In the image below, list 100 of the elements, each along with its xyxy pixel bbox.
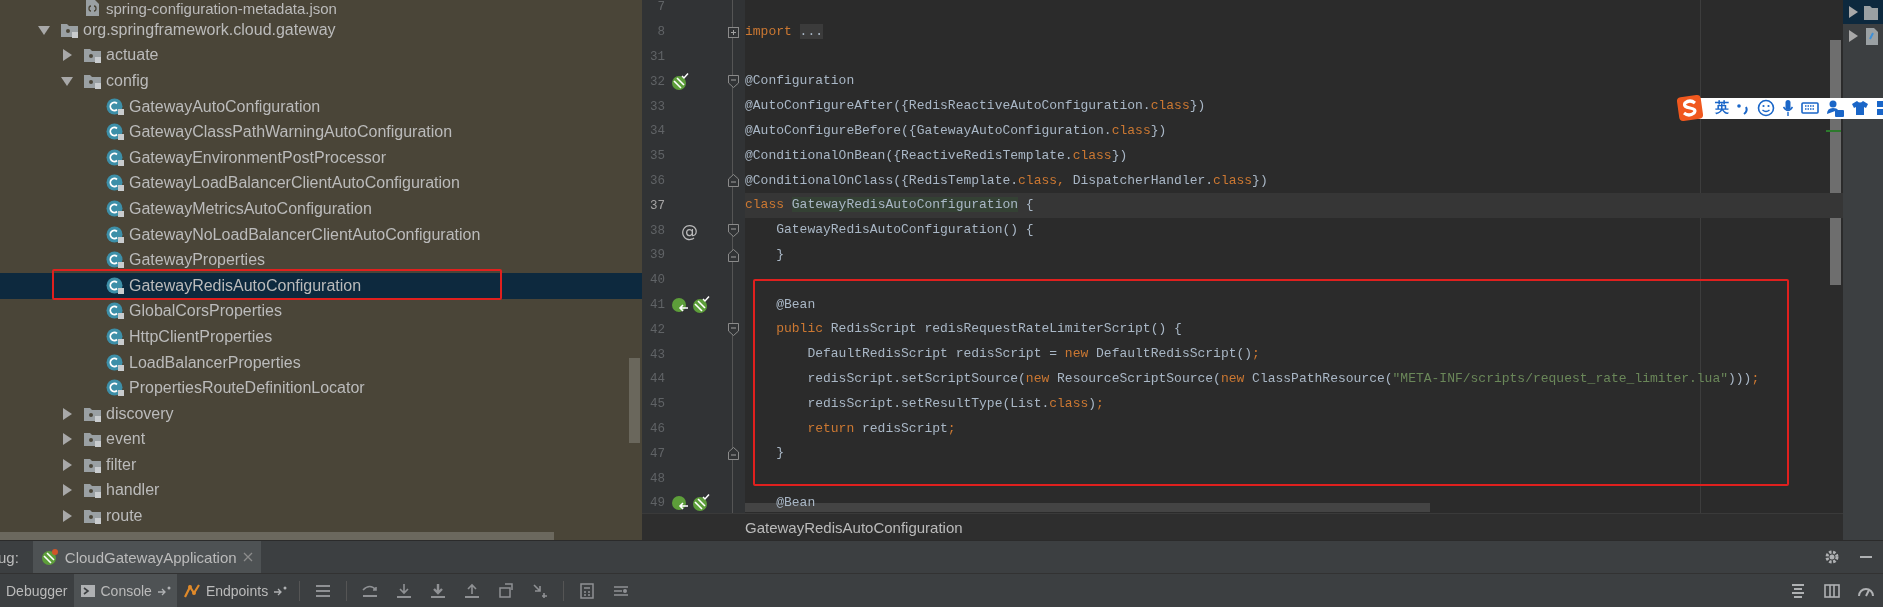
user-icon[interactable] xyxy=(1826,99,1844,117)
caret-right-icon[interactable] xyxy=(1847,5,1859,19)
code-line: @ConditionalOnBean({ReactiveRedisTemplate.class}) xyxy=(745,146,1128,165)
tree-item[interactable]: HttpClientProperties xyxy=(0,324,642,350)
code-line: @Bean xyxy=(775,493,816,512)
annotation-marker[interactable]: @ xyxy=(681,220,698,241)
tree-item[interactable]: GatewayAutoConfiguration xyxy=(0,93,642,120)
class-icon xyxy=(106,174,125,193)
caret-right-icon[interactable] xyxy=(60,406,74,421)
code-line: GatewayRedisAutoConfiguration() { xyxy=(775,221,1034,240)
calculator-icon[interactable] xyxy=(578,581,597,600)
line-number: 37 xyxy=(649,198,665,213)
code-line: @ConditionalOnClass({RedisTemplate.class, DispatcherHandler.class}) xyxy=(745,171,1268,190)
tree-item[interactable]: filter xyxy=(0,452,642,478)
tree-item[interactable]: GatewayEnvironmentPostProcessor xyxy=(0,144,642,171)
class-icon xyxy=(106,123,125,142)
tree-item[interactable]: LoadBalancerProperties xyxy=(0,349,642,376)
pin-arrow-icon[interactable] xyxy=(273,585,288,596)
keyboard-icon[interactable] xyxy=(1801,101,1819,115)
file-icon xyxy=(1864,27,1878,45)
tree-item[interactable]: spring-configuration-metadata.json xyxy=(0,0,642,17)
caret-right-icon[interactable] xyxy=(60,432,74,447)
code-line: redisScript.setScriptSource(new ResourceScriptSource(new ClassPathResource("META-INF/scripts/request_rate_limiter.lua"))); xyxy=(806,369,1760,388)
align-icon[interactable] xyxy=(1789,581,1807,600)
code-line: @Configuration xyxy=(745,72,855,91)
code-line: return redisScript; xyxy=(806,419,956,438)
code-line: redisScript.setResultType(List.class); xyxy=(806,394,1104,413)
caret-right-icon[interactable] xyxy=(60,509,74,524)
fold-end-icon[interactable] xyxy=(727,248,739,262)
run-to-cursor-icon[interactable] xyxy=(531,581,550,600)
pin-arrow-icon[interactable] xyxy=(156,585,171,596)
bean-icon[interactable] xyxy=(671,72,689,91)
step-out-icon[interactable] xyxy=(463,581,482,600)
fold-collapse-icon[interactable] xyxy=(727,75,739,89)
bean-icon xyxy=(40,548,59,566)
package-folder-icon xyxy=(83,481,102,500)
bean-icon[interactable] xyxy=(692,494,710,513)
session-tab[interactable]: CloudGatewayApplication xyxy=(32,541,261,573)
class-icon xyxy=(106,327,125,346)
fold-collapse-icon[interactable] xyxy=(727,224,739,238)
class-icon xyxy=(106,379,125,398)
tree-item[interactable]: GatewayLoadBalancerClientAutoConfiguration xyxy=(0,170,642,197)
tree-item[interactable]: GatewayMetricsAutoConfiguration xyxy=(0,196,642,222)
caret-right-icon[interactable] xyxy=(1847,29,1859,43)
fold-expand-icon[interactable] xyxy=(727,25,739,39)
ime-logo-icon[interactable] xyxy=(1676,94,1704,122)
endpoints-icon xyxy=(182,582,201,599)
tree-item[interactable]: handler xyxy=(0,477,642,504)
step-into-icon[interactable] xyxy=(395,581,414,600)
caret-right-icon[interactable] xyxy=(60,457,74,472)
breadcrumb[interactable]: GatewayRedisAutoConfiguration xyxy=(745,518,963,536)
scrollbar[interactable] xyxy=(629,358,640,443)
change-marker xyxy=(1826,130,1841,132)
force-step-into-icon[interactable] xyxy=(429,581,448,600)
fold-end-icon[interactable] xyxy=(727,174,739,188)
tool-tab[interactable]: Console xyxy=(73,574,177,607)
tree-item[interactable]: GatewayNoLoadBalancerClientAutoConfiguration xyxy=(0,221,642,248)
class-icon xyxy=(106,251,125,270)
code-line: @AutoConfigureBefore({GatewayAutoConfiguration.class}) xyxy=(745,122,1167,140)
tree-item[interactable]: actuate xyxy=(0,42,642,69)
tree-item[interactable]: config xyxy=(0,68,642,94)
scrollbar[interactable] xyxy=(0,532,554,540)
class-icon xyxy=(106,276,125,295)
tool-tab[interactable]: Endpoints xyxy=(176,574,294,607)
tree-item[interactable]: GatewayClassPathWarningAutoConfiguration xyxy=(0,119,642,145)
fold-collapse-icon[interactable] xyxy=(727,323,739,337)
class-icon xyxy=(106,148,125,167)
package-folder-icon xyxy=(83,72,102,90)
package-folder-icon xyxy=(83,430,102,449)
tree-item[interactable]: GlobalCorsProperties xyxy=(0,298,642,325)
folder-icon xyxy=(1864,4,1878,20)
layout-icon[interactable] xyxy=(1823,581,1841,600)
caret-down-icon[interactable] xyxy=(60,74,74,88)
caret-right-icon[interactable] xyxy=(60,483,74,498)
tree-item[interactable]: GatewayRedisAutoConfiguration xyxy=(0,272,642,299)
settings-icon[interactable] xyxy=(1823,548,1841,566)
shirt-icon[interactable] xyxy=(1851,100,1869,116)
bean-icon[interactable] xyxy=(692,295,710,314)
close-icon[interactable] xyxy=(242,552,253,562)
code-line: @AutoConfigureAfter({RedisReactiveAutoConfiguration.class}) xyxy=(745,97,1206,116)
class-icon xyxy=(106,199,125,218)
scrollbar[interactable] xyxy=(1830,40,1841,285)
microphone-icon[interactable] xyxy=(1782,99,1794,117)
tree-item[interactable]: GatewayProperties xyxy=(0,247,642,273)
tree-item[interactable]: route xyxy=(0,503,642,529)
class-icon xyxy=(106,225,125,244)
code-line: public RedisScript redisRequestRateLimiterScript() { xyxy=(775,320,1182,339)
fold-end-icon[interactable] xyxy=(727,447,739,461)
package-folder-icon xyxy=(83,46,102,65)
ime-mode[interactable]: 英 xyxy=(1715,99,1729,117)
drop-frame-icon[interactable] xyxy=(497,581,516,600)
tree-item[interactable]: discovery xyxy=(0,400,642,427)
emoji-icon[interactable] xyxy=(1757,99,1775,117)
caret-right-icon[interactable] xyxy=(60,48,74,63)
package-folder-icon xyxy=(83,507,102,526)
tree-item[interactable]: PropertiesRouteDefinitionLocator xyxy=(0,375,642,401)
tree-item[interactable]: event xyxy=(0,426,642,453)
code-line: @Bean xyxy=(775,295,816,314)
tool-tab[interactable]: Debugger xyxy=(0,574,74,607)
tree-item[interactable]: org.springframework.cloud.gateway xyxy=(0,17,642,43)
